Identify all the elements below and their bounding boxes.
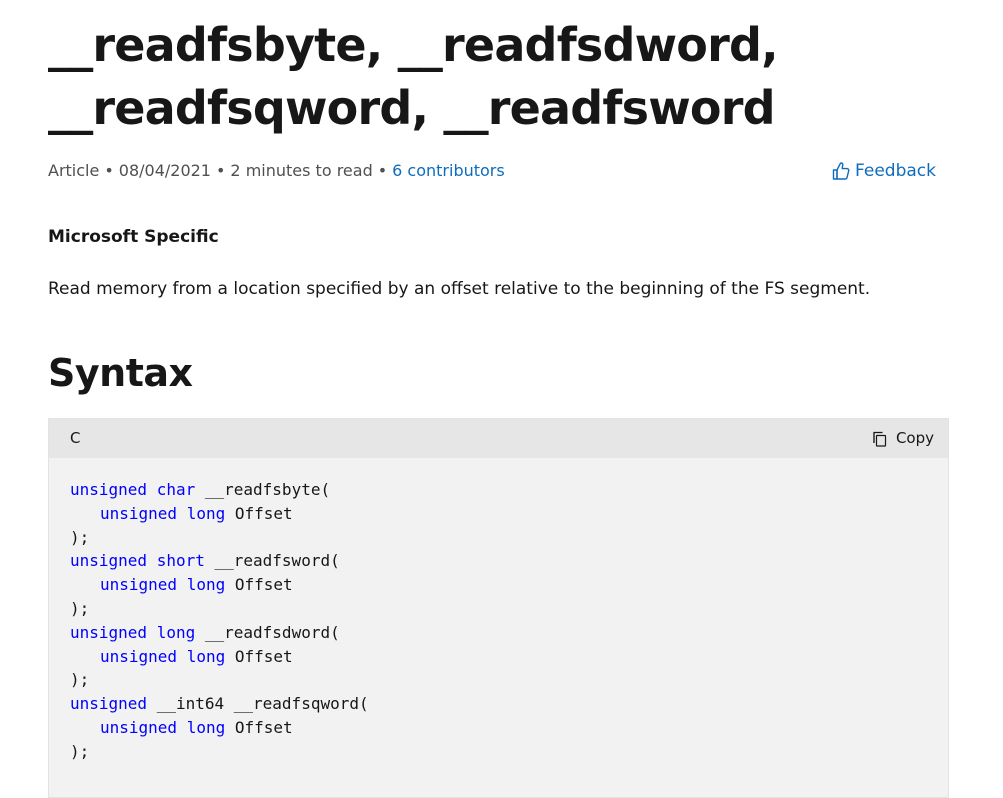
code-text: ); bbox=[70, 670, 90, 690]
code-text: __readfsdword( bbox=[195, 622, 340, 642]
code-line: ); bbox=[70, 526, 369, 550]
code-text: ); bbox=[70, 741, 90, 761]
article-type: Article bbox=[48, 161, 100, 180]
code-keyword: unsigned long bbox=[100, 646, 226, 666]
article-metadata: Article • 08/04/2021 • 2 minutes to read • 6 c… bbox=[48, 158, 936, 184]
code-text: __readfsword( bbox=[204, 551, 340, 571]
code-keyword: unsigned short bbox=[70, 551, 205, 571]
code-block: C Copy unsigned char __readfsbyte(unsign… bbox=[48, 418, 949, 798]
code-text: ); bbox=[70, 598, 90, 618]
microsoft-specific-label: Microsoft Specific bbox=[48, 227, 219, 247]
thumbs-up-icon bbox=[832, 161, 850, 181]
code-language: C bbox=[70, 429, 81, 447]
copy-icon bbox=[872, 431, 888, 447]
code-text: ); bbox=[70, 527, 90, 547]
article-date: 08/04/2021 bbox=[118, 161, 211, 180]
code-text: Offset bbox=[225, 717, 293, 737]
code-keyword: unsigned long bbox=[100, 575, 226, 595]
code-line: unsigned char __readfsbyte( bbox=[70, 478, 369, 502]
code-keyword: unsigned long bbox=[100, 717, 226, 737]
code-content: unsigned char __readfsbyte(unsigned long… bbox=[70, 478, 369, 764]
copy-button[interactable]: Copy bbox=[872, 419, 934, 458]
code-keyword: unsigned bbox=[70, 694, 148, 714]
syntax-heading: Syntax bbox=[48, 351, 193, 395]
read-time: 2 minutes to read bbox=[230, 161, 373, 180]
meta-separator: • bbox=[377, 161, 388, 180]
code-text: __readfsbyte( bbox=[195, 480, 331, 499]
code-line: unsigned long Offset bbox=[70, 645, 369, 669]
code-line: unsigned long Offset bbox=[70, 716, 369, 740]
page-title-line-1: __readfsbyte, __readfsdword, bbox=[48, 18, 779, 72]
code-block-header: C Copy bbox=[49, 419, 948, 458]
code-keyword: unsigned long bbox=[100, 503, 226, 523]
code-line: unsigned long __readfsdword( bbox=[70, 621, 369, 645]
code-line: unsigned __int64 __readfsqword( bbox=[70, 692, 369, 716]
feedback-button[interactable]: Feedback bbox=[832, 158, 936, 184]
code-line: ); bbox=[70, 740, 369, 764]
code-text: __int64 __readfsqword( bbox=[147, 694, 369, 714]
code-line: unsigned long Offset bbox=[70, 573, 369, 597]
code-line: unsigned short __readfsword( bbox=[70, 549, 369, 573]
code-text: Offset bbox=[225, 646, 293, 666]
code-keyword: unsigned long bbox=[70, 622, 196, 642]
feedback-label: Feedback bbox=[855, 161, 936, 181]
page-title: __readfsbyte, __readfsdword, __readfsqwo… bbox=[48, 14, 949, 140]
code-keyword: unsigned char bbox=[70, 480, 196, 499]
page-title-line-2: __readfsqword, __readfsword bbox=[48, 81, 776, 135]
code-line: ); bbox=[70, 597, 369, 621]
contributors-link[interactable]: 6 contributors bbox=[392, 161, 505, 180]
article-description: Read memory from a location specified by… bbox=[48, 279, 871, 299]
code-text: Offset bbox=[225, 575, 293, 595]
code-line: ); bbox=[70, 668, 369, 692]
code-text: Offset bbox=[225, 503, 293, 523]
meta-separator: • bbox=[104, 161, 114, 180]
code-line: unsigned long Offset bbox=[70, 502, 369, 526]
copy-label: Copy bbox=[895, 429, 934, 447]
meta-separator: • bbox=[215, 161, 226, 180]
